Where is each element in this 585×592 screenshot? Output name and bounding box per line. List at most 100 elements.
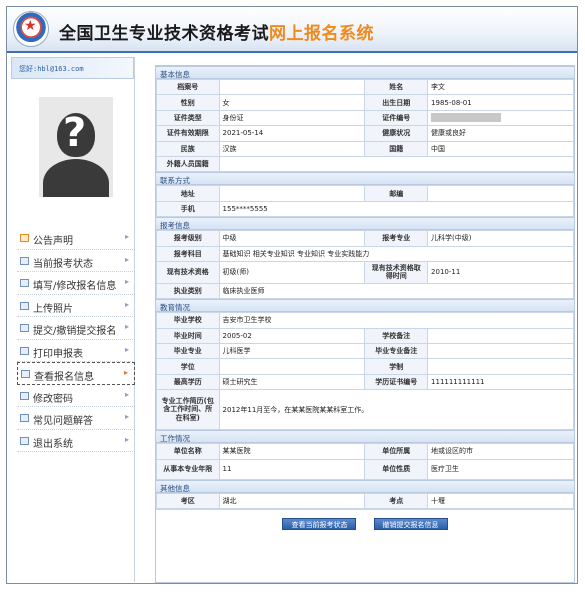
value-grad-major: 儿科医学 xyxy=(218,343,366,360)
page-icon xyxy=(20,256,29,265)
label-exam-area: 考区 xyxy=(156,492,220,510)
page-icon xyxy=(20,279,29,287)
education-table: 毕业学校 吉安市卫生学校 毕业时间 2005-02 学校备注 毕业专业 儿科医学… xyxy=(156,312,575,431)
label-ethnic: 民族 xyxy=(156,140,220,157)
label-phone: 手机 xyxy=(156,200,220,218)
view-status-button[interactable]: 查看当前报考状态 xyxy=(282,518,357,531)
header-banner: ★ 全国卫生专业技术资格考试网上报名系统 xyxy=(7,7,577,53)
section-other: 其他信息 xyxy=(156,479,574,493)
label-unit-region: 单位所属 xyxy=(364,443,429,460)
value-edu-system xyxy=(427,358,574,375)
sidebar-nav: 公告声明 ▸ 当前报考状态 ▸ 填写/修改报名信息 ▸ 上传照片 ▸ 提交/撤销提交报名… xyxy=(17,227,135,452)
arrow-icon: ▸ xyxy=(124,232,129,241)
value-degree xyxy=(218,358,366,375)
registration-info-panel: 基本信息 档案号 姓名 李文 性别 女 出生日期 1985-08-01 证件类型… xyxy=(155,65,575,583)
label-zip: 邮编 xyxy=(364,185,429,202)
label-unit-nature: 单位性质 xyxy=(364,458,429,480)
label-name: 姓名 xyxy=(364,78,429,96)
value-school: 吉安市卫生学校 xyxy=(218,312,575,329)
label-foreign-nation: 外籍人员国籍 xyxy=(156,155,220,173)
value-name: 李文 xyxy=(427,78,574,96)
question-mark-icon: ? xyxy=(63,110,87,156)
label-subjects: 报考科目 xyxy=(156,245,220,262)
value-exam-area: 湖北 xyxy=(218,492,366,510)
label-major: 报考专业 xyxy=(364,230,429,247)
label-major-note: 毕业专业备注 xyxy=(364,343,429,360)
arrow-icon: ▸ xyxy=(124,412,129,421)
label-exam-site: 考点 xyxy=(364,492,429,510)
value-unit-region: 地或设区的市 xyxy=(427,443,574,460)
label-edu-system: 学制 xyxy=(364,358,429,375)
nav-edit-info[interactable]: 填写/修改报名信息 ▸ xyxy=(17,272,135,295)
label-address: 地址 xyxy=(156,185,220,202)
value-unit: 某某医院 xyxy=(218,443,366,460)
value-years: 11 xyxy=(218,458,366,480)
page-icon xyxy=(20,391,29,400)
value-id-no-masked xyxy=(427,109,574,127)
value-health: 健康或良好 xyxy=(427,125,574,142)
value-work-history: 2012年11月至今，在某某医院某某科室工作。 xyxy=(218,389,575,431)
cancel-submit-button[interactable]: 撤销提交报名信息 xyxy=(373,518,448,531)
label-edu-cert-no: 学历证书编号 xyxy=(364,373,429,391)
avatar-body xyxy=(43,159,109,197)
basic-info-table: 档案号 姓名 李文 性别 女 出生日期 1985-08-01 证件类型 身份证 … xyxy=(156,78,575,173)
value-unit-nature: 医疗卫生 xyxy=(427,458,574,480)
label-id-valid: 证件有效期限 xyxy=(156,125,220,142)
nav-upload-photo[interactable]: 上传照片 ▸ xyxy=(17,295,135,317)
value-school-note xyxy=(427,327,574,345)
nav-submit-cancel[interactable]: 提交/撤销提交报名 ▸ xyxy=(17,317,135,340)
label-school-note: 学校备注 xyxy=(364,327,429,345)
value-foreign-nation xyxy=(218,155,575,173)
value-cur-title-date: 2010-11 xyxy=(427,260,574,284)
value-exam-site: 十堰 xyxy=(427,492,574,510)
label-nation: 国籍 xyxy=(364,140,429,157)
section-contact: 联系方式 xyxy=(156,172,574,186)
nav-change-password[interactable]: 修改密码 ▸ xyxy=(17,385,135,407)
value-edu-cert-no: 111111111111 xyxy=(427,373,574,391)
value-cur-title: 初级(师) xyxy=(218,260,366,284)
section-work: 工作情况 xyxy=(156,430,574,444)
arrow-icon: ▸ xyxy=(124,277,129,286)
section-education: 教育情况 xyxy=(156,299,574,313)
label-birth: 出生日期 xyxy=(364,94,429,111)
arrow-icon: ▸ xyxy=(124,389,129,399)
arrow-icon: ▸ xyxy=(123,368,128,377)
page-icon xyxy=(20,436,29,445)
label-grad-major: 毕业专业 xyxy=(156,343,220,360)
page-icon xyxy=(20,346,29,355)
nav-faq[interactable]: 常见问题解答 ▸ xyxy=(17,407,135,430)
sidebar: 您好:hbl@163.com ? 公告声明 ▸ 当前报考状态 ▸ 填写/修改报名信息… xyxy=(11,57,135,582)
label-gender: 性别 xyxy=(156,94,220,111)
page-icon xyxy=(20,324,29,332)
label-health: 健康状况 xyxy=(364,125,429,142)
nav-announcement[interactable]: 公告声明 ▸ xyxy=(17,227,135,250)
label-file-no: 档案号 xyxy=(156,78,220,96)
home-icon xyxy=(20,234,29,242)
label-practice-type: 执业类别 xyxy=(156,282,220,300)
nav-view-info[interactable]: 查看报名信息 ▸ xyxy=(17,362,135,385)
nav-logout[interactable]: 退出系统 ▸ xyxy=(17,430,135,452)
page-icon xyxy=(20,301,29,310)
arrow-icon: ▸ xyxy=(124,254,129,264)
exam-logo-icon: ★ xyxy=(13,11,49,47)
contact-table: 地址 邮编 手机 155****5555 xyxy=(156,185,575,218)
value-ethnic: 汉族 xyxy=(218,140,366,157)
nav-current-status[interactable]: 当前报考状态 ▸ xyxy=(17,250,135,272)
value-id-valid: 2021-05-14 xyxy=(218,125,366,142)
label-work-history: 专业工作简历(包含工作时间、所在科室) xyxy=(156,389,220,431)
value-subjects: 基础知识 相关专业知识 专业知识 专业实践能力 xyxy=(218,245,575,262)
value-gender: 女 xyxy=(218,94,366,111)
label-degree: 学位 xyxy=(156,358,220,375)
value-practice-type: 临床执业医师 xyxy=(218,282,575,300)
nav-print-form[interactable]: 打印申报表 ▸ xyxy=(17,340,135,362)
label-id-type: 证件类型 xyxy=(156,109,220,127)
value-highest-edu: 硕士研究生 xyxy=(218,373,366,391)
value-nation: 中国 xyxy=(427,140,574,157)
label-cur-title: 现有技术资格 xyxy=(156,260,220,284)
value-zip xyxy=(427,185,574,202)
page-icon xyxy=(20,414,29,422)
label-school: 毕业学校 xyxy=(156,312,220,329)
value-address xyxy=(218,185,366,202)
arrow-icon: ▸ xyxy=(124,344,129,354)
label-grad-time: 毕业时间 xyxy=(156,327,220,345)
